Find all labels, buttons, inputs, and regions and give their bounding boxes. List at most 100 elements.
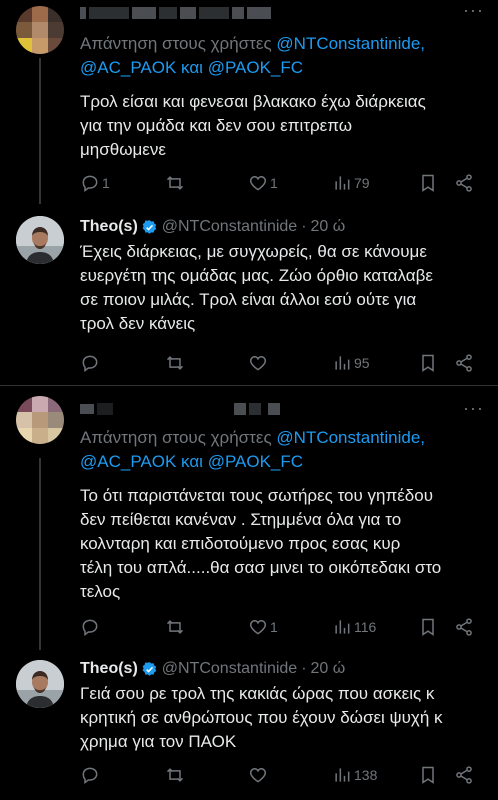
action-bar: 1 1 79 [80,172,484,194]
tweet-text: Το ότι παριστάνεται τους σωτήρες του γηπ… [80,484,484,604]
share-button[interactable] [454,353,474,373]
reply-icon [82,175,98,192]
replying-prefix: Απάντηση στους χρήστες [80,428,272,447]
views-icon [335,356,350,370]
tweet-1[interactable]: ··· Απάντηση στους χρήστες @NTConstantin… [0,0,498,204]
retweet-icon [166,620,184,634]
tweet-text: Τρολ είσαι και φενεσαι βλακακο έχω διάρκ… [80,90,484,162]
tweet-text-line: Τρολ είσαι και φενεσαι βλακακο έχω διάρκ… [80,92,426,111]
bookmark-icon [422,174,434,192]
timestamp[interactable]: 20 ώ [311,660,346,678]
action-bar: 138 [80,764,484,786]
tweet-text-line: κολνταρη και επιδοτούμενο προς εσας κυρ [80,534,401,553]
views-button[interactable]: 116 [332,617,376,637]
views-count: 138 [354,767,378,783]
views-count: 95 [354,355,370,371]
tweet-header: Theo(s) @NTConstantinide · 20 ώ [80,658,484,680]
verified-badge-icon [142,219,157,234]
mention-link[interactable]: @NTConstantinide, [276,428,425,447]
tweet-text: Έχεις διάρκειας, με συγχωρείς, θα σε κάν… [80,240,484,336]
tweet-text-line: τελος [80,582,121,601]
bookmark-icon [422,618,434,636]
verified-badge-icon [142,661,157,676]
like-icon [249,175,267,191]
bookmark-button[interactable] [418,353,438,373]
tweet-text-line: δεν πείθεται κανέναν . Στημμένα όλα για … [80,510,402,529]
like-button[interactable]: 1 [248,173,278,193]
share-icon [456,618,472,636]
tweet-text-line: Έχεις διάρκειας, με συγχωρείς, θα σε κάν… [80,242,427,261]
like-icon [249,767,267,783]
display-name[interactable]: Theo(s) [80,660,138,678]
reply-icon [82,355,98,372]
retweet-icon [166,176,184,190]
reply-button[interactable]: 1 [80,173,110,193]
replying-prefix: Απάντηση στους χρήστες [80,34,272,53]
tweet-text-line: τέλη του απλά.....θα σασ μινει το οικόπε… [80,558,442,577]
views-button[interactable]: 138 [332,765,377,785]
profile-photo [16,216,64,264]
like-button[interactable] [248,353,270,373]
mention-link[interactable]: @PAOK_FC [208,452,303,471]
views-icon [335,176,350,190]
tweet-text-line: μησθωμενε [80,140,166,159]
like-button[interactable]: 1 [248,617,278,637]
reply-icon [82,767,98,784]
bookmark-button[interactable] [418,173,438,193]
mention-link[interactable]: @PAOK_FC [208,58,303,77]
views-button[interactable]: 95 [332,353,370,373]
retweet-button[interactable] [165,765,187,785]
avatar-photo[interactable] [16,216,64,264]
share-button[interactable] [454,765,474,785]
reply-button[interactable] [80,765,102,785]
retweet-button[interactable] [165,173,187,193]
thread-line [39,58,41,204]
replying-to: Απάντηση στους χρήστες @NTConstantinide,… [80,426,484,474]
share-icon [456,354,472,372]
mention-link[interactable]: @AC_PAOK [80,58,176,77]
user-handle[interactable]: @NTConstantinide [162,218,297,236]
tweet-header: Theo(s) @NTConstantinide · 20 ώ [80,216,484,238]
bookmark-icon [422,354,434,372]
views-count: 79 [354,175,370,191]
mention-conj: και [181,58,203,77]
thread-line [39,458,41,650]
display-name[interactable]: Theo(s) [80,218,138,236]
views-icon [335,768,350,782]
reply-button[interactable] [80,353,102,373]
timestamp[interactable]: 20 ώ [311,218,346,236]
mention-conj: και [181,452,203,471]
tweet-text-line: Το ότι παριστάνεται τους σωτήρες του γηπ… [80,486,433,505]
tweet-text: Γειά σου ρε τρολ της κακιάς ώρας που ασκ… [80,682,484,754]
mention-link[interactable]: @NTConstantinide, [276,34,425,53]
retweet-icon [166,356,184,370]
avatar-pixelated[interactable] [16,396,64,444]
retweet-button[interactable] [165,617,187,637]
reply-icon [82,619,98,636]
blurred-username [80,400,484,418]
share-icon [456,174,472,192]
tweet-2[interactable]: Theo(s) @NTConstantinide · 20 ώ Έχεις δι… [0,204,498,384]
avatar-pixelated[interactable] [16,6,64,54]
share-button[interactable] [454,173,474,193]
tweet-4[interactable]: Theo(s) @NTConstantinide · 20 ώ Γειά σου… [0,650,498,800]
like-icon [249,355,267,371]
like-icon [249,619,267,635]
mention-link[interactable]: @AC_PAOK [80,452,176,471]
tweet-text-line: ευεργέτη της ομάδας μας. Ζώο όρθιο καταλ… [80,266,433,285]
reply-count: 1 [102,175,110,191]
tweet-text-line: κρητική σε ανθρώπους που έχουν δώσει ψυχ… [80,708,443,727]
tweet-text-line: σε ποιον μιλάς. Τρολ είναι άλλοι εσύ ούτ… [80,290,417,309]
tweet-3[interactable]: ··· Απάντηση στους χρήστες @NTConstantin… [0,386,498,650]
bookmark-button[interactable] [418,617,438,637]
share-button[interactable] [454,617,474,637]
bookmark-button[interactable] [418,765,438,785]
separator-dot: · [301,660,307,677]
like-button[interactable] [248,765,270,785]
user-handle[interactable]: @NTConstantinide [162,660,297,678]
views-button[interactable]: 79 [332,173,370,193]
reply-button[interactable] [80,617,102,637]
avatar-photo[interactable] [16,660,64,708]
retweet-button[interactable] [165,353,187,373]
views-count: 116 [354,619,377,635]
